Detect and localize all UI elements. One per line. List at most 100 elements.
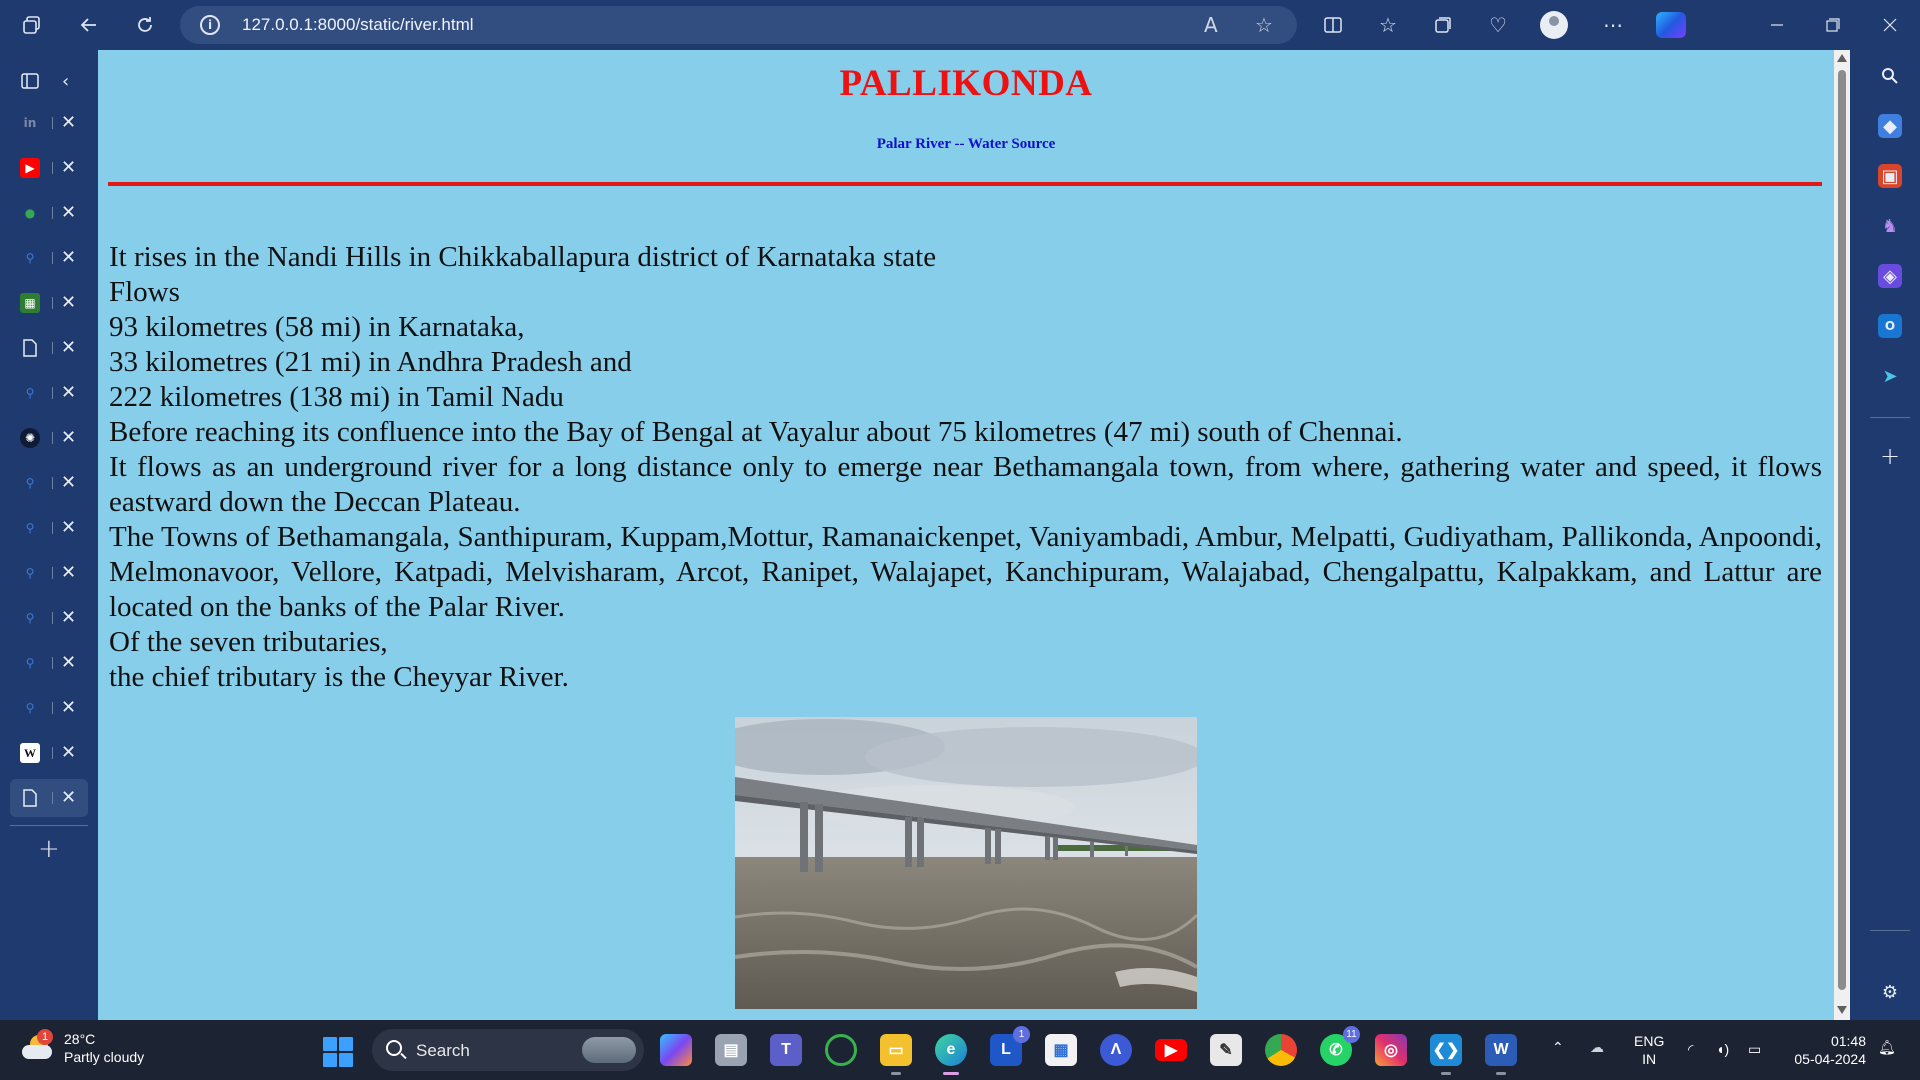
close-tab-icon[interactable]: ✕: [61, 519, 76, 537]
close-tab-icon[interactable]: ✕: [61, 699, 76, 717]
copilot-icon[interactable]: [1656, 12, 1686, 38]
tab-item[interactable]: ⚲ ✕: [10, 689, 88, 727]
l-app-icon[interactable]: L1: [990, 1026, 1030, 1066]
tab-item-active[interactable]: ✕: [10, 779, 88, 817]
weather-widget[interactable]: 1 28°C Partly cloudy: [22, 1029, 144, 1066]
scroll-up-arrow-icon[interactable]: [1837, 54, 1847, 62]
tab-item[interactable]: ⚲ ✕: [10, 554, 88, 592]
close-tab-icon[interactable]: ✕: [61, 114, 76, 132]
notepad-icon[interactable]: ✎: [1210, 1034, 1242, 1066]
tab-divider: [10, 825, 88, 826]
favorites-icon[interactable]: ☆: [1373, 10, 1403, 40]
collapse-panel-icon[interactable]: ‹: [62, 71, 69, 92]
tab-item[interactable]: in ✕: [10, 104, 88, 142]
tab-item[interactable]: ⚲ ✕: [10, 374, 88, 412]
tab-item[interactable]: ▦ ✕: [10, 284, 88, 322]
teams-icon[interactable]: T: [770, 1034, 802, 1066]
scroll-down-arrow-icon[interactable]: [1837, 1006, 1847, 1014]
tools-briefcase-icon[interactable]: ▣: [1878, 164, 1902, 188]
text-line: Flows: [109, 276, 180, 308]
games-icon[interactable]: ♞: [1878, 214, 1902, 238]
tab-item[interactable]: ⚲ ✕: [10, 599, 88, 637]
whatsapp-icon[interactable]: ✆ 11: [1320, 1026, 1360, 1066]
close-tab-icon[interactable]: ✕: [61, 204, 76, 222]
tab-item[interactable]: ⚲ ✕: [10, 509, 88, 547]
search-favicon-icon: ⚲: [25, 611, 35, 625]
onedrive-offline-icon[interactable]: ☁: [1590, 1038, 1604, 1056]
close-tab-icon[interactable]: ✕: [61, 339, 76, 357]
close-tab-icon[interactable]: ✕: [61, 249, 76, 267]
close-tab-icon[interactable]: ✕: [61, 744, 76, 762]
workspaces-icon[interactable]: [17, 10, 47, 40]
settings-gear-icon[interactable]: ⚙: [1878, 980, 1902, 1004]
language-indicator[interactable]: ENG IN: [1634, 1032, 1664, 1068]
outlook-icon[interactable]: O: [1878, 314, 1902, 338]
start-button[interactable]: [323, 1037, 353, 1067]
close-tab-icon[interactable]: ✕: [61, 609, 76, 627]
wifi-icon[interactable]: ◜: [1688, 1040, 1693, 1058]
shopping-tag-icon[interactable]: ◆: [1878, 114, 1902, 138]
arc-app-icon[interactable]: Λ: [1100, 1034, 1132, 1066]
refresh-icon[interactable]: [130, 10, 160, 40]
split-screen-icon[interactable]: [1318, 10, 1348, 40]
system-clock[interactable]: 01:48 05-04-2024: [1782, 1032, 1866, 1068]
close-tab-icon[interactable]: ✕: [61, 564, 76, 582]
title-rule: [108, 182, 1822, 186]
close-tab-icon[interactable]: ✕: [61, 159, 76, 177]
new-tab-button[interactable]: +: [10, 830, 88, 868]
more-options-icon[interactable]: ⋯: [1598, 10, 1628, 40]
close-tab-icon[interactable]: ✕: [61, 429, 76, 447]
task-view-icon[interactable]: ▤: [715, 1034, 747, 1066]
close-tab-icon[interactable]: ✕: [61, 654, 76, 672]
site-info-icon[interactable]: i: [200, 15, 220, 35]
notifications-bell-icon[interactable]: 🔔︎: [1878, 1038, 1896, 1056]
browser-essentials-icon[interactable]: ♡: [1483, 10, 1513, 40]
copilot-taskbar-icon[interactable]: [660, 1034, 692, 1066]
file-explorer-icon[interactable]: ▭: [880, 1034, 912, 1075]
copilot-sidebar-icon[interactable]: ◈: [1878, 264, 1902, 288]
drop-send-icon[interactable]: ➤: [1878, 364, 1902, 388]
tab-item[interactable]: W ✕: [10, 734, 88, 772]
tab-item[interactable]: ✕: [10, 329, 88, 367]
tab-item[interactable]: ● ✕: [10, 194, 88, 232]
volume-icon[interactable]: ◖): [1716, 1040, 1729, 1058]
close-window-icon[interactable]: [1875, 10, 1905, 40]
tab-actions-icon[interactable]: [20, 71, 40, 91]
tab-item[interactable]: ▶ ✕: [10, 149, 88, 187]
instagram-icon[interactable]: ◎: [1375, 1034, 1407, 1066]
word-icon[interactable]: W: [1485, 1034, 1517, 1075]
minimize-icon[interactable]: [1762, 10, 1792, 40]
text-line: The Towns of Bethamangala, Santhipuram, …: [109, 521, 1822, 623]
tab-item[interactable]: ⚲ ✕: [10, 464, 88, 502]
taskbar-search[interactable]: Search: [372, 1029, 644, 1071]
close-tab-icon[interactable]: ✕: [61, 294, 76, 312]
scrollbar-thumb[interactable]: [1838, 70, 1846, 990]
page-scrollbar[interactable]: [1834, 50, 1850, 1020]
read-aloud-icon[interactable]: A: [1204, 13, 1218, 37]
vscode-icon[interactable]: ❮❯: [1430, 1034, 1462, 1075]
microsoft-store-icon[interactable]: ▦: [1045, 1034, 1077, 1066]
battery-icon[interactable]: ▭: [1748, 1040, 1761, 1058]
show-hidden-icons-chevron-icon[interactable]: ⌃: [1552, 1038, 1564, 1056]
collections-icon[interactable]: [1428, 10, 1458, 40]
favorite-star-icon[interactable]: ☆: [1255, 13, 1273, 37]
address-bar[interactable]: i 127.0.0.1:8000/static/river.html A ☆: [180, 6, 1297, 44]
close-tab-icon[interactable]: ✕: [61, 384, 76, 402]
tab-item[interactable]: ⚲ ✕: [10, 239, 88, 277]
add-sidebar-app-icon[interactable]: +: [1878, 442, 1902, 470]
youtube-icon[interactable]: ▶: [1155, 1039, 1187, 1061]
chrome-icon[interactable]: [1265, 1034, 1297, 1066]
refresh-app-icon[interactable]: [825, 1034, 857, 1066]
tab-item[interactable]: ⚲ ✕: [10, 644, 88, 682]
search-icon[interactable]: [1878, 64, 1902, 88]
tab-item[interactable]: ✺ ✕: [10, 419, 88, 457]
profile-avatar[interactable]: [1540, 11, 1568, 39]
weather-temperature: 28°C: [64, 1031, 96, 1047]
url-text[interactable]: 127.0.0.1:8000/static/river.html: [242, 15, 474, 35]
restore-icon[interactable]: [1818, 10, 1848, 40]
back-icon[interactable]: [74, 10, 104, 40]
edge-browser-icon[interactable]: e: [935, 1034, 967, 1075]
page-favicon-icon: [20, 788, 40, 808]
close-tab-icon[interactable]: ✕: [61, 789, 76, 807]
close-tab-icon[interactable]: ✕: [61, 474, 76, 492]
